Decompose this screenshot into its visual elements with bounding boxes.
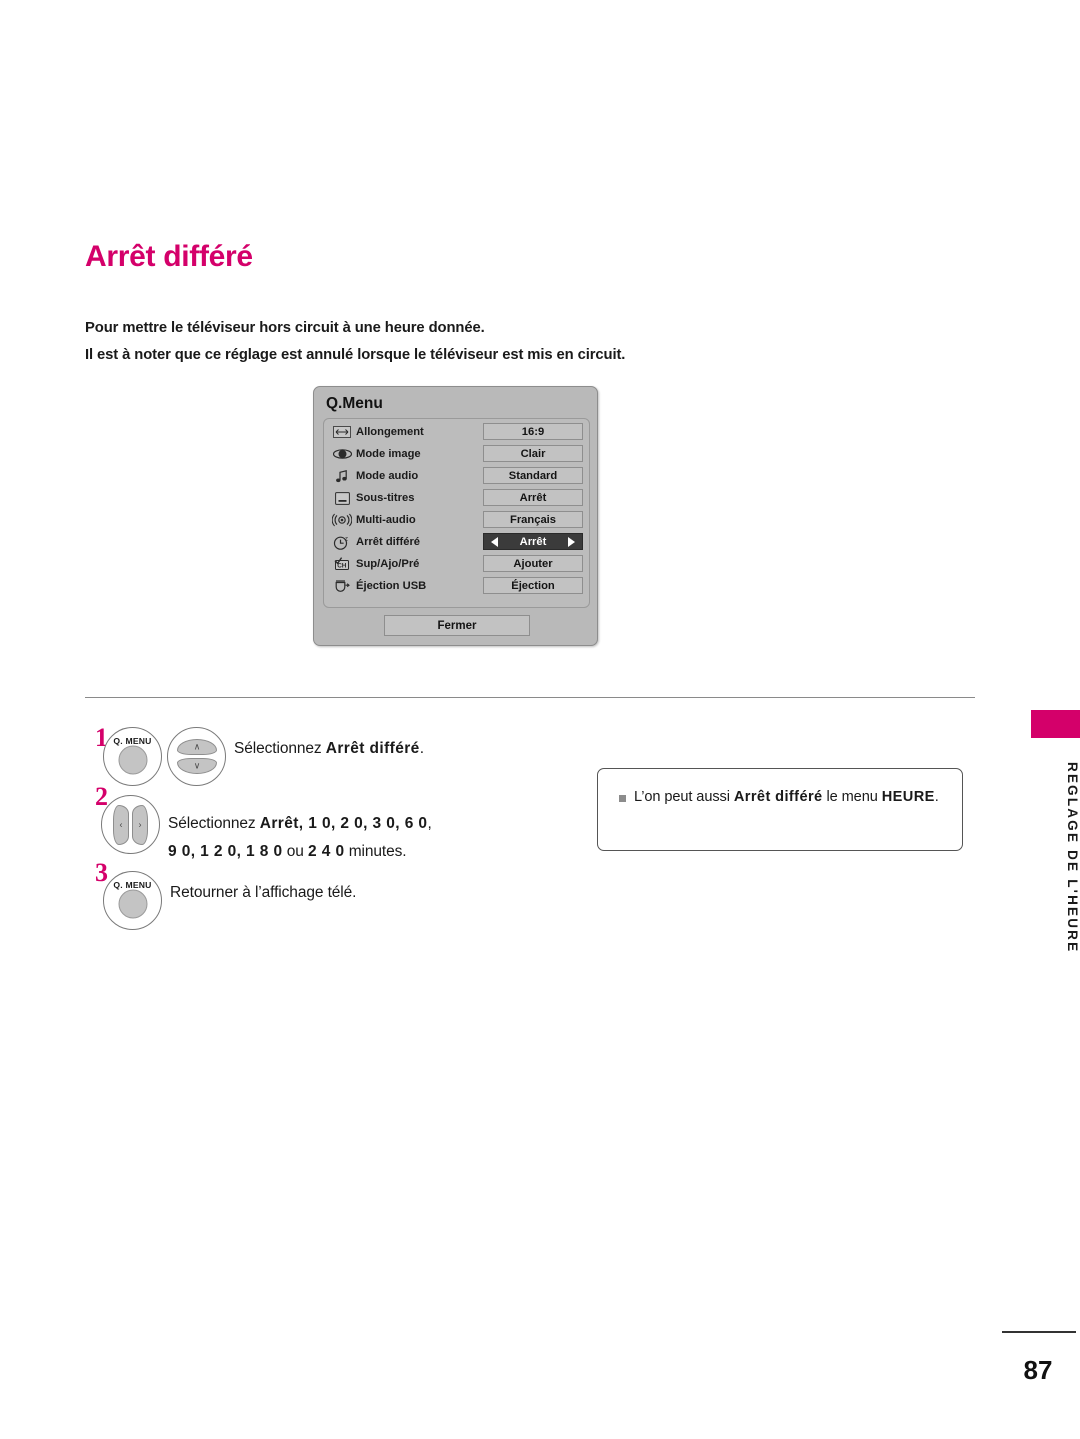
right-arrow-pad: › (132, 805, 148, 845)
sleep-timer-icon: z (332, 535, 352, 550)
qmenu-row-arret-differe[interactable]: z Arrêt différé Arrêt (324, 531, 589, 553)
step-2-line2-bold-a: 9 0, 1 2 0, 1 8 0 (168, 843, 283, 860)
usb-eject-icon (332, 579, 352, 594)
note-bold-1: Arrêt différé (733, 789, 823, 805)
chevron-up-icon: ∧ (193, 741, 201, 752)
qmenu-value[interactable]: Standard (483, 467, 583, 484)
up-down-button-illustration: ∧ ∨ (167, 727, 226, 786)
note-mid: le menu (822, 789, 882, 805)
qmenu-label: Sup/Ajo/Pré (356, 558, 420, 570)
subtitle-icon (332, 491, 352, 506)
button-dot-icon (118, 745, 147, 775)
step-1-suffix: . (419, 740, 424, 757)
note-box: L’on peut aussi Arrêt différé le menu HE… (597, 768, 963, 851)
note-bold-2: HEURE (881, 789, 935, 805)
note-text: L’on peut aussi Arrêt différé le menu HE… (634, 785, 950, 809)
intro-line-1: Pour mettre le téléviseur hors circuit à… (85, 320, 485, 336)
qmenu-button-illustration-3: Q. MENU (103, 871, 162, 930)
qmenu-row-mode-image[interactable]: Mode image Clair (324, 443, 589, 465)
step-2-line2-bold-b: 2 4 0 (308, 843, 345, 860)
qmenu-panel: Q.Menu Allongement 16:9 Mode image Clair… (313, 386, 598, 646)
svg-text:CH: CH (337, 563, 347, 570)
step-2-line1-bold: Arrêt, 1 0, 2 0, 3 0, 6 0 (259, 815, 428, 832)
left-right-button-illustration: ‹ › (101, 795, 160, 854)
qmenu-label: Éjection USB (356, 580, 427, 592)
step-2-line1-prefix: Sélectionnez (168, 815, 260, 832)
up-arrow-pad: ∧ (177, 739, 217, 755)
qmenu-row-ejection-usb[interactable]: Éjection USB Éjection (324, 575, 589, 597)
qmenu-row-sous-titres[interactable]: Sous-titres Arrêt (324, 487, 589, 509)
qmenu-row-allongement[interactable]: Allongement 16:9 (324, 421, 589, 443)
note-suffix: . (934, 789, 939, 805)
qmenu-label: Mode image (356, 448, 421, 460)
button-dot-icon (118, 889, 147, 919)
qmenu-value: Arrêt (519, 535, 547, 548)
qmenu-label: Allongement (356, 426, 424, 438)
arrow-right-icon[interactable] (568, 536, 575, 547)
qmenu-button-label: Q. MENU (113, 735, 152, 746)
bullet-square-icon (619, 795, 626, 802)
qmenu-row-mode-audio[interactable]: Mode audio Standard (324, 465, 589, 487)
section-divider (85, 697, 975, 698)
svg-text:z: z (345, 536, 348, 542)
music-note-icon (332, 469, 352, 484)
down-arrow-pad: ∨ (177, 758, 217, 774)
arrow-left-icon[interactable] (491, 536, 498, 547)
page-title: Arrêt différé (85, 240, 253, 273)
qmenu-value-stepper[interactable]: Arrêt (483, 533, 583, 550)
stretch-icon (332, 425, 352, 440)
qmenu-title: Q.Menu (326, 395, 383, 412)
qmenu-row-multi-audio[interactable]: Multi-audio Français (324, 509, 589, 531)
qmenu-value[interactable]: Français (483, 511, 583, 528)
chevron-right-icon: › (138, 819, 142, 830)
qmenu-button-illustration-1: Q. MENU (103, 727, 162, 786)
chevron-down-icon: ∨ (193, 760, 201, 771)
qmenu-value[interactable]: Éjection (483, 577, 583, 594)
channel-edit-icon: CH (332, 557, 352, 572)
step-3-text: Retourner à l’affichage télé. (170, 884, 357, 901)
multi-audio-icon (332, 513, 352, 528)
qmenu-list: Allongement 16:9 Mode image Clair Mode a… (323, 418, 590, 608)
sidebar-section-label: REGLAGE DE L'HEURE (1065, 762, 1080, 954)
qmenu-label: Arrêt différé (356, 536, 421, 548)
qmenu-value[interactable]: Ajouter (483, 555, 583, 572)
step-2-line1-suffix: , (427, 815, 432, 832)
intro-line-2: Il est à noter que ce réglage est annulé… (85, 347, 626, 363)
qmenu-label: Mode audio (356, 470, 419, 482)
step-1-text: Sélectionnez Arrêt différé. (234, 740, 424, 758)
qmenu-value[interactable]: 16:9 (483, 423, 583, 440)
page-number: 87 (1023, 1355, 1053, 1385)
step-1-prefix: Sélectionnez (234, 740, 326, 757)
sidebar-accent-bar (1031, 710, 1080, 738)
step-number-3: 3 (95, 858, 108, 887)
step-2-text: Sélectionnez Arrêt, 1 0, 2 0, 3 0, 6 0, … (168, 810, 432, 866)
step-2-line2-mid: ou (282, 843, 308, 860)
qmenu-row-sup-ajo-pre[interactable]: CH Sup/Ajo/Pré Ajouter (324, 553, 589, 575)
note-prefix: L’on peut aussi (634, 789, 734, 805)
step-2-line2-suffix: minutes. (344, 843, 407, 860)
left-arrow-pad: ‹ (113, 805, 129, 845)
eye-icon (332, 447, 352, 462)
qmenu-value[interactable]: Arrêt (483, 489, 583, 506)
chevron-left-icon: ‹ (119, 819, 123, 830)
qmenu-label: Sous-titres (356, 492, 415, 504)
qmenu-label: Multi-audio (356, 514, 416, 526)
qmenu-value[interactable]: Clair (483, 445, 583, 462)
footer-rule (1002, 1331, 1076, 1333)
qmenu-button-label: Q. MENU (113, 879, 152, 890)
qmenu-close-button[interactable]: Fermer (384, 615, 530, 636)
step-1-bold: Arrêt différé (325, 740, 420, 757)
